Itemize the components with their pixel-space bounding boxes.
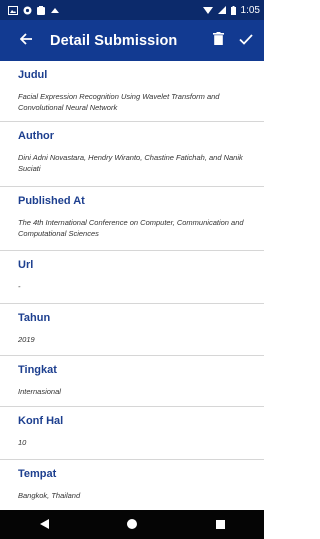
field-value: Dini Adni Novastara, Hendry Wiranto, Cha… (18, 153, 243, 173)
field-value: Facial Expression Recognition Using Wave… (18, 92, 220, 112)
circle-home-icon (127, 516, 137, 534)
checkmark-icon (239, 32, 253, 50)
field-published-at: Published At The 4th International Confe… (0, 187, 264, 251)
field-value: - (18, 282, 21, 291)
confirm-button[interactable] (232, 20, 260, 61)
wifi-icon (202, 6, 213, 14)
gallery-icon (8, 5, 18, 15)
nav-recents-button[interactable] (200, 510, 240, 539)
submission-detail-list[interactable]: Judul Facial Expression Recognition Usin… (0, 61, 264, 510)
app-bar: Detail Submission (0, 20, 264, 61)
field-tahun: Tahun 2019 (0, 304, 264, 356)
back-button[interactable] (6, 20, 46, 61)
status-bar: 1:05 (0, 0, 264, 20)
field-value: The 4th International Conference on Comp… (18, 218, 244, 238)
field-value: 10 (18, 438, 27, 447)
status-bar-right-icons: 1:05 (202, 4, 260, 16)
signal-icon (217, 6, 226, 14)
triangle-back-icon (39, 516, 49, 534)
page-title: Detail Submission (50, 32, 178, 49)
field-judul: Judul Facial Expression Recognition Usin… (0, 61, 264, 122)
square-recents-icon (215, 516, 225, 534)
delete-button[interactable] (204, 20, 232, 61)
field-label: Author (18, 130, 55, 142)
circle-notification-icon (23, 6, 32, 15)
cloud-icon (50, 7, 60, 14)
status-bar-left-icons (8, 5, 60, 15)
field-konf-hal: Konf Hal 10 (0, 407, 264, 460)
field-label: Tahun (18, 312, 51, 324)
trash-icon (212, 31, 224, 50)
arrow-left-icon (19, 32, 33, 50)
field-value: Internasional (18, 387, 61, 396)
field-tempat: Tempat Bangkok, Thailand (0, 460, 264, 510)
field-label: Tempat (18, 468, 57, 480)
field-value: 2019 (18, 335, 35, 344)
field-tingkat: Tingkat Internasional (0, 356, 264, 407)
battery-icon (230, 5, 236, 15)
status-time: 1:05 (240, 4, 260, 16)
field-author: Author Dini Adni Novastara, Hendry Wiran… (0, 122, 264, 187)
field-label: Published At (18, 195, 85, 207)
nav-back-button[interactable] (24, 510, 64, 539)
field-label: Url (18, 259, 34, 271)
nav-home-button[interactable] (112, 510, 152, 539)
system-nav-bar (0, 510, 264, 539)
field-label: Judul (18, 69, 48, 81)
field-label: Konf Hal (18, 415, 64, 427)
field-value: Bangkok, Thailand (18, 491, 81, 500)
field-url: Url - (0, 251, 264, 304)
field-label: Tingkat (18, 364, 57, 376)
clipboard-icon (37, 5, 45, 15)
